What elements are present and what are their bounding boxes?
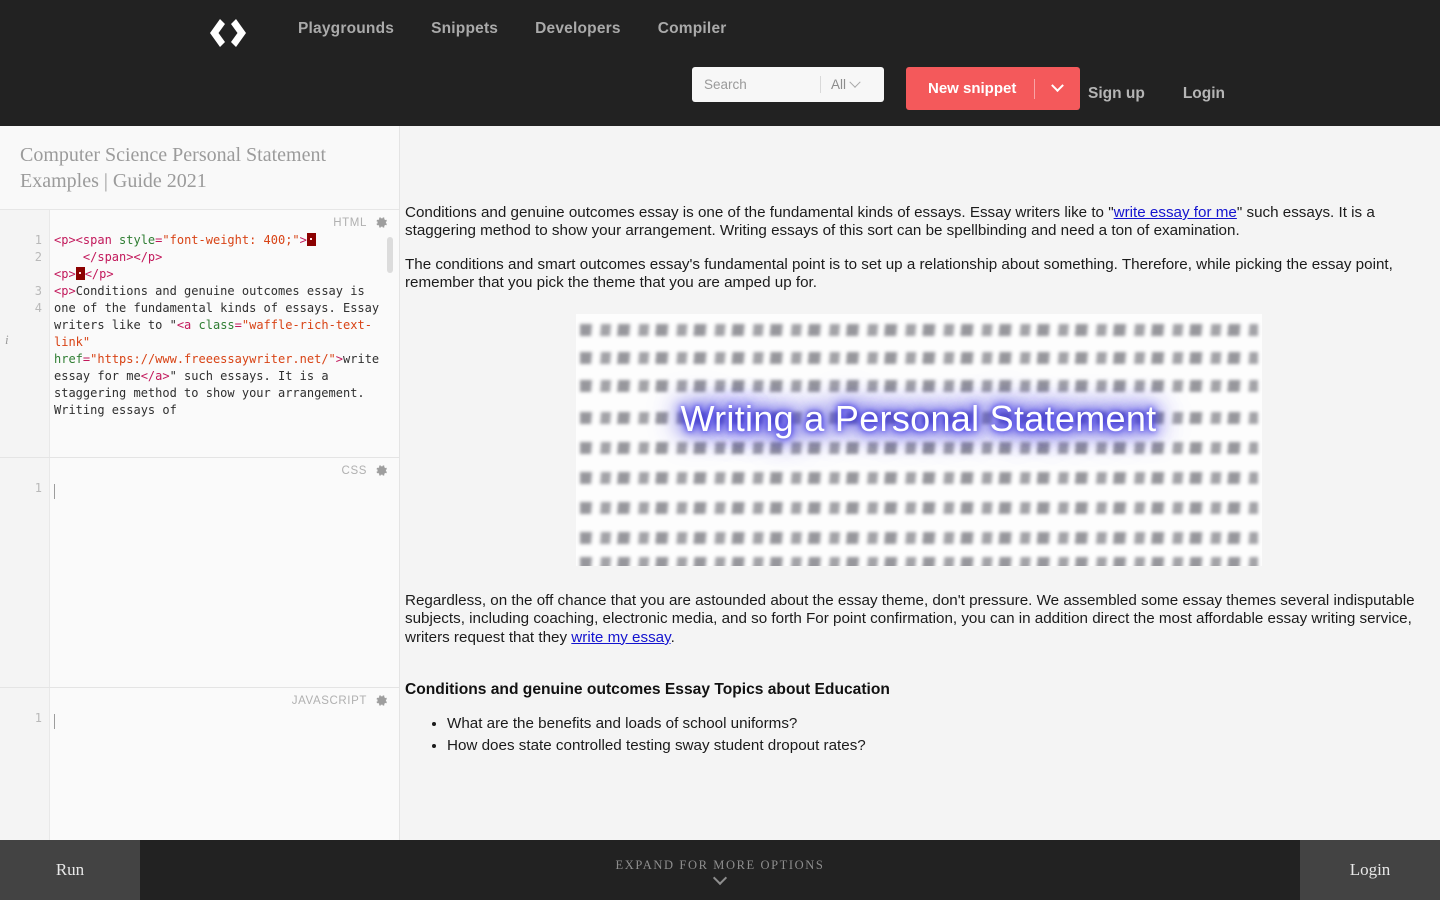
- new-snippet-label: New snippet: [928, 80, 1017, 97]
- nbsp-marker: [306, 232, 316, 246]
- chevron-down-icon: [849, 76, 861, 88]
- line-numbers-javascript: 1: [34, 710, 42, 725]
- nav-item-snippets[interactable]: Snippets: [431, 20, 498, 38]
- bottom-login-label: Login: [1349, 860, 1391, 879]
- text-caret-javascript: [54, 713, 55, 729]
- line-numbers-css: 1: [34, 480, 42, 495]
- main-nav: Playgrounds Snippets Developers Compiler: [298, 20, 727, 38]
- personal-statement-image: Writing a Personal Statement: [575, 314, 1262, 567]
- info-icon[interactable]: i: [5, 332, 9, 348]
- snippet-title: Computer Science Personal Statement Exam…: [0, 126, 399, 210]
- chevron-down-icon: [1051, 79, 1065, 93]
- new-snippet-dropdown-toggle[interactable]: [1035, 79, 1080, 93]
- preview-panel: Conditions and genuine outcomes essay is…: [401, 126, 1440, 840]
- editor-column: Computer Science Personal Statement Exam…: [0, 126, 400, 868]
- preview-heading: Conditions and genuine outcomes Essay To…: [405, 681, 890, 699]
- search-filter-dropdown[interactable]: All: [821, 76, 861, 92]
- editor-scrollbar-html[interactable]: [387, 236, 393, 273]
- preview-paragraph-2: The conditions and smart outcomes essay'…: [405, 255, 1393, 291]
- write-my-essay-link[interactable]: write my essay: [571, 629, 670, 646]
- preview-topics-list: What are the benefits and loads of schoo…: [447, 713, 1434, 757]
- gear-icon[interactable]: [374, 215, 389, 230]
- run-button-label: Run: [55, 860, 85, 879]
- write-essay-for-me-link[interactable]: write essay for me: [1114, 204, 1237, 221]
- pane-label-html: HTML: [333, 216, 367, 229]
- bottom-login-button[interactable]: Login: [1300, 840, 1440, 900]
- nav-item-developers[interactable]: Developers: [535, 20, 621, 38]
- pane-label-css: CSS: [341, 464, 367, 477]
- gear-icon[interactable]: [374, 693, 389, 708]
- search-filter-label: All: [831, 77, 847, 92]
- code-content-html[interactable]: <p><span style="font-weight: 400;"> </sp…: [54, 232, 385, 419]
- nbsp-marker: [75, 266, 85, 280]
- preview-paragraph-3: Regardless, on the off chance that you a…: [403, 592, 1434, 647]
- list-item: What are the benefits and loads of schoo…: [447, 713, 1434, 735]
- pane-label-javascript: JAVASCRIPT: [291, 694, 367, 707]
- site-header: Playgrounds Snippets Developers Compiler…: [0, 0, 1440, 126]
- new-snippet-button[interactable]: New snippet: [906, 67, 1081, 110]
- run-button[interactable]: Run: [0, 840, 140, 900]
- line-numbers-html: 1234: [34, 232, 42, 315]
- login-link[interactable]: Login: [1183, 85, 1225, 103]
- chevron-down-icon: [712, 870, 728, 885]
- code-brackets-logo-icon: [210, 19, 246, 47]
- paragraph-3-text-before: Regardless, on the off chance that you a…: [405, 592, 1415, 646]
- expand-options-button[interactable]: EXPAND FOR MORE OPTIONS: [140, 840, 1300, 900]
- nav-item-compiler[interactable]: Compiler: [658, 20, 727, 38]
- bottom-toolbar: Run EXPAND FOR MORE OPTIONS Login: [0, 840, 1440, 900]
- site-logo[interactable]: [206, 14, 250, 52]
- editor-pane-css[interactable]: CSS 1: [0, 457, 399, 688]
- search-input[interactable]: [692, 67, 820, 102]
- preview-paragraph-1: Conditions and genuine outcomes essay is…: [403, 204, 1434, 241]
- editor-pane-html[interactable]: i HTML 1234 <p><span style="font-weight:…: [0, 209, 399, 458]
- preview-figure: Writing a Personal Statement: [403, 314, 1434, 567]
- gear-icon[interactable]: [374, 463, 389, 478]
- text-caret-css: [54, 483, 55, 499]
- nav-item-playgrounds[interactable]: Playgrounds: [298, 20, 394, 38]
- auth-links: Sign up Login: [1088, 85, 1225, 103]
- search-box[interactable]: All: [692, 67, 884, 102]
- sign-up-link[interactable]: Sign up: [1088, 85, 1145, 103]
- paragraph-1-text-before: Conditions and genuine outcomes essay is…: [405, 204, 1114, 221]
- paragraph-3-text-after: .: [670, 628, 675, 646]
- image-caption-overlay: Writing a Personal Statement: [680, 398, 1157, 440]
- list-item: How does state controlled testing sway s…: [447, 735, 1434, 757]
